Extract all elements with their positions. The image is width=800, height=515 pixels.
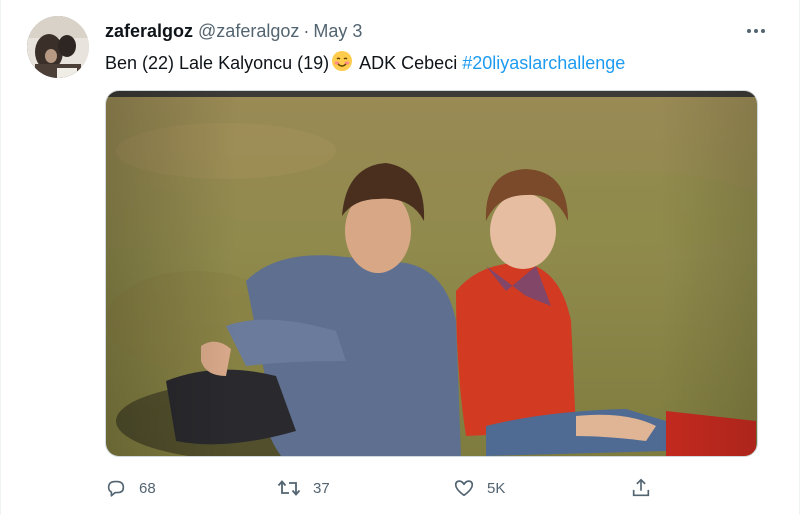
tweet-photo[interactable]	[105, 90, 758, 457]
like-button[interactable]: 5K	[453, 474, 505, 502]
retweet-button[interactable]: 37	[277, 474, 330, 502]
tweet-card[interactable]: zaferalgoz @zaferalgoz · May 3 Ben (22) Lal…	[0, 0, 800, 515]
reply-icon	[107, 480, 125, 497]
separator-dot: ·	[303, 21, 310, 41]
share-button[interactable]	[630, 474, 652, 502]
tweet-actions: 68 37 5K	[105, 474, 665, 502]
more-options-button[interactable]	[739, 14, 773, 48]
tweet-text-main: Ben (22) Lale Kalyoncu (19)	[105, 53, 330, 73]
hashtag-link[interactable]: #20liyaslarchallenge	[462, 53, 625, 73]
retweet-icon	[277, 480, 301, 496]
reply-button[interactable]: 68	[105, 474, 156, 502]
retweet-count: 37	[313, 479, 330, 497]
share-icon	[632, 478, 650, 497]
tweet-text: Ben (22) Lale Kalyoncu (19) ADK Cebeci #…	[105, 50, 625, 78]
avatar[interactable]	[27, 16, 89, 78]
like-count: 5K	[487, 479, 506, 497]
tweet-text-after: ADK Cebeci	[355, 53, 463, 73]
reply-count: 68	[139, 479, 156, 497]
smiling-face-icon	[331, 50, 353, 78]
display-name[interactable]: zaferalgoz	[105, 21, 193, 41]
tweet-header: zaferalgoz @zaferalgoz · May 3	[105, 20, 362, 42]
user-handle[interactable]: @zaferalgoz	[198, 21, 299, 41]
tweet-date[interactable]: May 3	[313, 21, 362, 41]
more-icon	[747, 29, 765, 33]
heart-icon	[454, 480, 474, 497]
